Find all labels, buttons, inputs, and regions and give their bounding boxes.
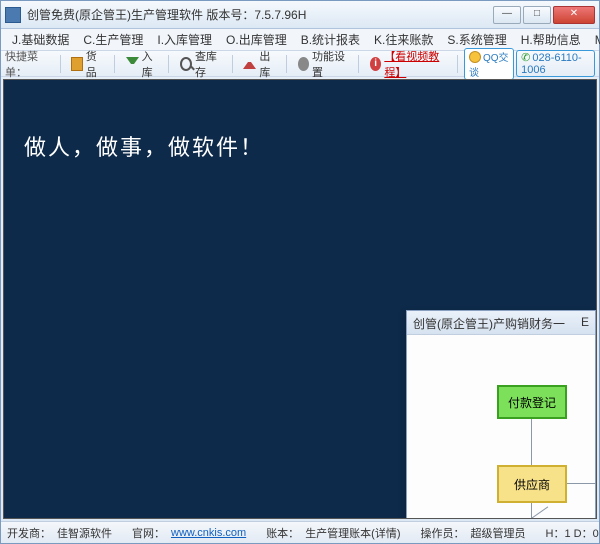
toolbar-label: 快捷菜单： xyxy=(5,48,50,80)
node-supplier-label: 供应商 xyxy=(514,476,550,493)
close-button[interactable]: ✕ xyxy=(553,6,595,24)
minimize-button[interactable]: — xyxy=(493,6,521,24)
popup-title-text: 创管(原企管王)产购销财务一 xyxy=(413,317,565,331)
developer-name: 佳智源软件 xyxy=(57,525,112,541)
info-icon: i xyxy=(370,57,381,71)
window-title: 创管免费(原企管王)生产管理软件 版本号：7.5.7.96H xyxy=(27,6,493,23)
outbound-label: 出库 xyxy=(259,48,275,80)
window-buttons: — □ ✕ xyxy=(493,6,595,24)
connector-line xyxy=(531,419,532,465)
content-area: 做人，做事，做软件！ 创管(原企管王)产购销财务一 E 付款登记 供应商 xyxy=(3,79,597,519)
settings-label: 功能设置 xyxy=(312,48,347,80)
connector-line xyxy=(567,483,597,484)
node-payment[interactable]: 付款登记 xyxy=(497,385,567,419)
account-value[interactable]: 生产管理账本(详情) xyxy=(305,525,400,541)
separator xyxy=(286,55,287,73)
popup-body: 付款登记 供应商 xyxy=(407,335,595,519)
arrow-up-icon xyxy=(243,55,256,69)
video-label: 【看视频教程】 xyxy=(384,48,446,80)
account-label: 账本： xyxy=(266,525,299,541)
popup-titlebar[interactable]: 创管(原企管王)产购销财务一 E xyxy=(407,311,595,335)
operator-label: 操作员： xyxy=(421,525,465,541)
settings-button[interactable]: 功能设置 xyxy=(293,46,352,82)
site-label: 官网： xyxy=(132,525,165,541)
slogan-text: 做人，做事，做软件！ xyxy=(24,130,264,162)
stats-value: H：1 D：0 DB：6900 xyxy=(546,525,600,541)
toolbar: 快捷菜单： 货品 入库 查库存 出库 功能设置 i 【看视频教程】 xyxy=(1,51,599,77)
box-icon xyxy=(71,57,82,71)
operator-value: 超级管理员 xyxy=(471,525,526,541)
app-icon xyxy=(5,7,21,23)
maximize-button[interactable]: □ xyxy=(523,6,551,24)
outbound-button[interactable]: 出库 xyxy=(238,46,280,82)
inbound-button[interactable]: 入库 xyxy=(121,46,163,82)
menu-help[interactable]: H.帮助信息 xyxy=(514,29,588,50)
site-link[interactable]: www.cnkis.com xyxy=(171,527,246,539)
titlebar: 创管免费(原企管王)生产管理软件 版本号：7.5.7.96H — □ ✕ xyxy=(1,1,599,29)
menu-more[interactable]: M.更多免费软件 xyxy=(588,29,600,50)
flowchart-popup[interactable]: 创管(原企管王)产购销财务一 E 付款登记 供应商 xyxy=(406,310,596,519)
stock-button[interactable]: 查库存 xyxy=(175,46,226,82)
separator xyxy=(358,55,359,73)
stock-label: 查库存 xyxy=(195,48,221,80)
node-payment-label: 付款登记 xyxy=(508,394,556,411)
inbound-label: 入库 xyxy=(142,48,158,80)
gear-icon xyxy=(298,57,309,71)
main-window: 创管免费(原企管王)生产管理软件 版本号：7.5.7.96H — □ ✕ J.基… xyxy=(0,0,600,544)
goods-label: 货品 xyxy=(86,48,103,80)
phone-icon: ✆ xyxy=(521,52,530,64)
qq-chat-button[interactable]: QQ交谈 xyxy=(464,48,514,80)
goods-button[interactable]: 货品 xyxy=(66,46,108,82)
separator xyxy=(457,55,458,73)
telephone-badge[interactable]: ✆028-6110-1006 xyxy=(516,50,595,77)
connector-line xyxy=(507,506,549,519)
popup-title-suffix: E xyxy=(581,315,589,329)
statusbar: 开发商： 佳智源软件 官网： www.cnkis.com 账本： 生产管理账本(… xyxy=(1,521,599,543)
separator xyxy=(168,55,169,73)
menu-system[interactable]: S.系统管理 xyxy=(440,29,513,50)
separator xyxy=(232,55,233,73)
node-supplier[interactable]: 供应商 xyxy=(497,465,567,503)
search-icon xyxy=(180,57,192,71)
qq-icon xyxy=(469,51,481,63)
separator xyxy=(60,55,61,73)
tel-number: 028-6110-1006 xyxy=(521,52,582,76)
separator xyxy=(114,55,115,73)
arrow-down-icon xyxy=(126,57,139,71)
developer-label: 开发商： xyxy=(7,525,51,541)
video-tutorial-button[interactable]: i 【看视频教程】 xyxy=(365,46,451,82)
